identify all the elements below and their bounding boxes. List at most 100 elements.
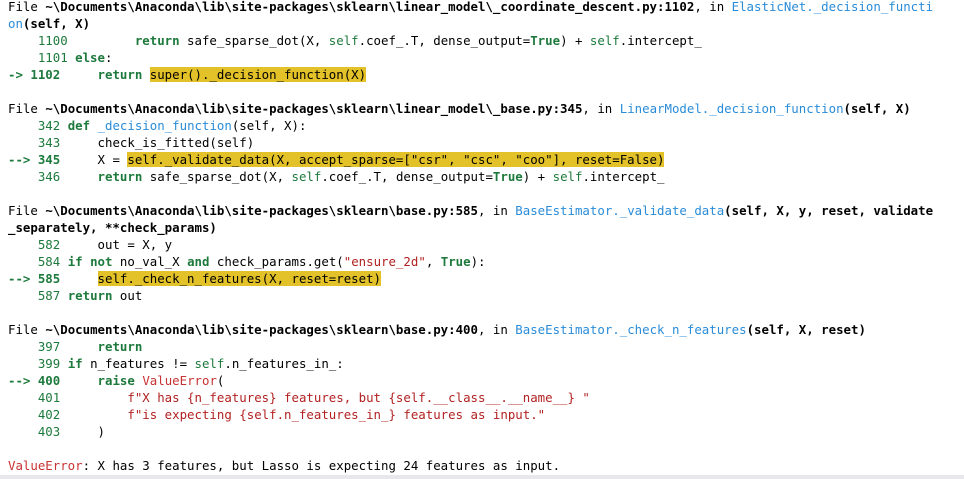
traceback-line: 1101 else: [8,49,113,66]
current-line-arrow: --> 400 [8,373,68,388]
line-number: 1100 [8,33,76,48]
traceback-output: File ~\Documents\Anaconda\lib\site-packa… [0,0,964,479]
traceback-line: on(self, X) [8,15,90,32]
code-text: : X has 3 features, but Lasso is expecti… [82,458,561,473]
file-path: (self, X) [843,101,911,116]
code-text: File [8,322,46,337]
traceback-line: 403 ) [8,423,105,440]
keyword: if [67,356,83,371]
file-path: _separately, **check_params) [8,220,217,235]
keyword: return [97,67,143,82]
traceback-line: _separately, **check_params) [8,219,217,236]
function-link[interactable]: BaseEstimator._validate_data [515,203,724,218]
line-number: 343 [8,135,68,150]
keyword: True [530,33,561,48]
traceback-line: File ~\Documents\Anaconda\lib\site-packa… [8,321,866,338]
code-text: , [425,254,441,269]
code-text: .intercept_ [582,169,665,184]
line-number: 399 [8,356,68,371]
code-text: .coef_.T, dense_output= [321,169,493,184]
traceback-line: 342 def _decision_function(self, X): [8,117,307,134]
current-line-arrow: --> 345 [8,152,68,167]
code-text: File [8,0,46,14]
traceback-line: File ~\Documents\Anaconda\lib\site-packa… [8,202,933,219]
code-text: .coef_.T, dense_output= [358,33,531,48]
traceback-line: 402 f"is expecting {self.n_features_in_}… [8,406,545,423]
string-literal: "ensure_2d" [343,254,426,269]
code-text: , in [477,322,516,337]
traceback-line: 399 if n_features != self.n_features_in_… [8,355,344,372]
keyword: return [67,288,113,303]
traceback-line: --> 585 self._check_n_features(X, reset=… [8,270,382,287]
current-line-arrow: --> 585 [8,271,68,286]
code-text: .n_features_in_: [224,356,344,371]
self-keyword: self [328,33,359,48]
string-literal: f"is expecting {self.n_features_in_} fea… [127,407,546,422]
traceback-line: File ~\Documents\Anaconda\lib\site-packa… [8,0,933,15]
self-keyword: self [194,356,225,371]
line-number: 397 [8,339,68,354]
code-text: ): [470,254,486,269]
line-number: 342 [8,118,68,133]
file-path: ~\Documents\Anaconda\lib\site-packages\s… [45,101,583,116]
keyword: if [67,254,83,269]
function-link[interactable]: BaseEstimator._check_n_features [515,322,746,337]
function-link[interactable]: _decision_function [98,118,232,133]
traceback-line: 346 return safe_sparse_dot(X, self.coef_… [8,168,665,185]
keyword: else [75,50,105,65]
code-text: safe_sparse_dot(X, [179,33,329,48]
function-link[interactable]: on [8,16,23,31]
code-text: (self, X): [231,118,307,133]
function-link[interactable]: ElasticNet._decision_functi [732,0,933,14]
traceback-line: 401 f"X has {n_features} features, but {… [8,389,590,406]
file-path: (self, X, reset) [746,322,866,337]
code-text: out [112,288,143,303]
current-line-arrow: -> 1102 [8,67,68,82]
keyword: def [67,118,91,133]
line-number: 346 [8,169,68,184]
line-number: 584 [8,254,68,269]
code-text: , in [582,101,620,116]
keyword: return [134,33,180,48]
code-text: ) + [522,169,553,184]
code-text: check_is_fitted(self) [67,135,255,150]
line-number: 587 [8,288,68,303]
file-path: ~\Documents\Anaconda\lib\site-packages\s… [45,322,478,337]
keyword: True [440,254,471,269]
keyword: raise [97,373,135,388]
file-path: ~\Documents\Anaconda\lib\site-packages\s… [45,0,695,14]
self-keyword: self [291,169,322,184]
code-text: , in [477,203,516,218]
file-path: ~\Documents\Anaconda\lib\site-packages\s… [45,203,478,218]
code-text: check_params.get( [209,254,344,269]
code-text: .intercept_ [619,33,702,48]
highlighted-code: self._validate_data(X, accept_sparse=["c… [127,152,665,167]
code-text: , in [694,0,732,14]
highlighted-code: self._check_n_features(X, reset=reset) [97,271,382,286]
traceback-line: 343 check_is_fitted(self) [8,134,254,151]
keyword: not [90,254,113,269]
code-text: no_val_X [112,254,188,269]
keyword: return [97,339,143,354]
keyword: and [187,254,210,269]
error-name: ValueError [8,458,83,473]
line-number: 582 [8,237,68,252]
code-text: File [8,203,46,218]
traceback-line: 397 return [8,338,142,355]
code-text: : [104,50,113,65]
line-number: 403 [8,424,68,439]
code-text: File [8,101,46,116]
function-link[interactable]: LinearModel._decision_function [620,101,844,116]
traceback-line: --> 345 X = self._validate_data(X, accep… [8,151,665,168]
